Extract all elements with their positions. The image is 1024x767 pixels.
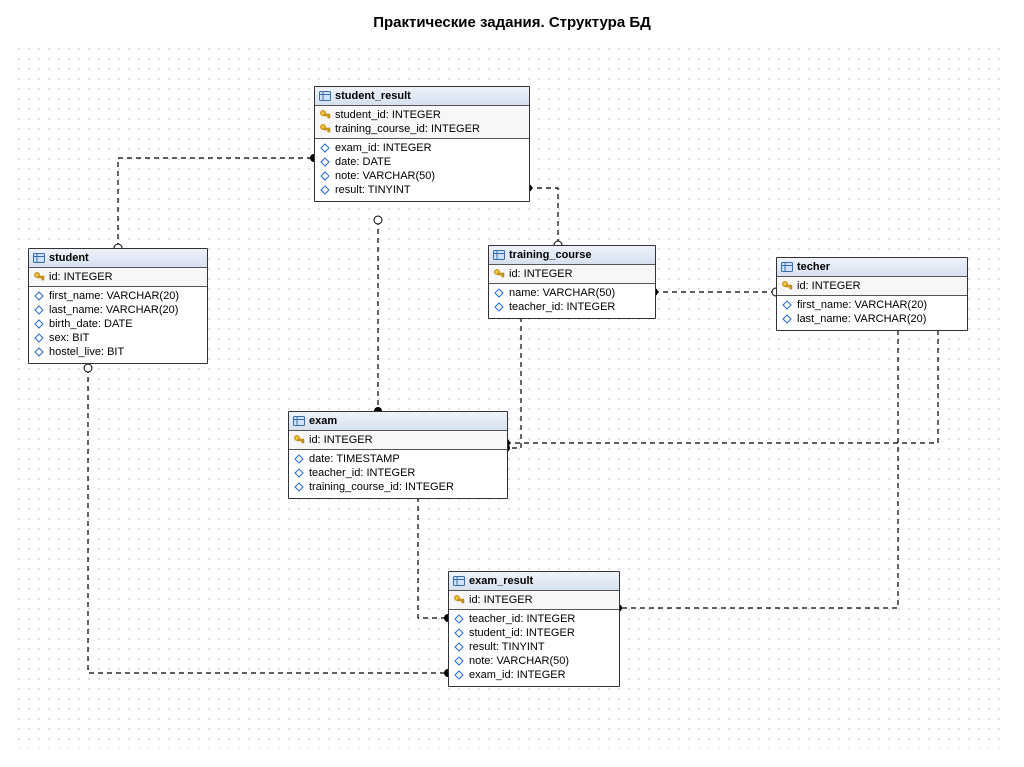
pk-row: training_course_id: INTEGER (319, 122, 521, 136)
table-exam[interactable]: exam id: INTEGER date: TIMESTAMP teacher… (288, 411, 508, 499)
diamond-icon (33, 304, 45, 316)
diamond-icon (453, 627, 465, 639)
table-exam-result[interactable]: exam_result id: INTEGER teacher_id: INTE… (448, 571, 620, 687)
table-name: exam (309, 415, 337, 427)
diamond-icon (293, 453, 305, 465)
diamond-icon (319, 170, 331, 182)
column-row: name: VARCHAR(50) (493, 286, 647, 300)
table-header: student_result (315, 87, 529, 106)
column-row: last_name: VARCHAR(20) (33, 303, 199, 317)
table-name: training_course (509, 249, 592, 261)
diamond-icon (781, 313, 793, 325)
column-row: training_course_id: INTEGER (293, 480, 499, 494)
diamond-icon (33, 332, 45, 344)
table-icon (33, 252, 45, 264)
diamond-icon (781, 299, 793, 311)
column-row: sex: BIT (33, 331, 199, 345)
column-row: exam_id: INTEGER (319, 141, 521, 155)
table-header: training_course (489, 246, 655, 265)
column-row: teacher_id: INTEGER (453, 612, 611, 626)
column-row: teacher_id: INTEGER (293, 466, 499, 480)
column-row: first_name: VARCHAR(20) (781, 298, 959, 312)
column-row: birth_date: DATE (33, 317, 199, 331)
diamond-icon (319, 184, 331, 196)
diamond-icon (319, 142, 331, 154)
diagram-canvas: student id: INTEGER first_name: VARCHAR(… (18, 48, 1006, 749)
key-icon (293, 434, 305, 446)
table-name: techer (797, 261, 830, 273)
column-row: last_name: VARCHAR(20) (781, 312, 959, 326)
key-icon (493, 268, 505, 280)
column-row: exam_id: INTEGER (453, 668, 611, 682)
page-title: Практические задания. Структура БД (0, 14, 1024, 31)
diamond-icon (293, 467, 305, 479)
diamond-icon (33, 346, 45, 358)
key-icon (319, 109, 331, 121)
diamond-icon (453, 669, 465, 681)
diamond-icon (33, 290, 45, 302)
diamond-icon (453, 655, 465, 667)
key-icon (33, 271, 45, 283)
table-header: exam_result (449, 572, 619, 591)
diamond-icon (493, 287, 505, 299)
table-techer[interactable]: techer id: INTEGER first_name: VARCHAR(2… (776, 257, 968, 331)
diamond-icon (493, 301, 505, 313)
column-row: result: TINYINT (319, 183, 521, 197)
table-name: student (49, 252, 89, 264)
table-header: techer (777, 258, 967, 277)
diamond-icon (33, 318, 45, 330)
column-row: date: TIMESTAMP (293, 452, 499, 466)
table-student-result[interactable]: student_result student_id: INTEGER train… (314, 86, 530, 202)
table-header: exam (289, 412, 507, 431)
key-icon (781, 280, 793, 292)
column-row: teacher_id: INTEGER (493, 300, 647, 314)
column-row: date: DATE (319, 155, 521, 169)
table-icon (781, 261, 793, 273)
key-icon (319, 123, 331, 135)
table-name: exam_result (469, 575, 533, 587)
pk-row: id: INTEGER (493, 267, 647, 281)
diamond-icon (453, 641, 465, 653)
pk-row: student_id: INTEGER (319, 108, 521, 122)
table-name: student_result (335, 90, 411, 102)
column-row: hostel_live: BIT (33, 345, 199, 359)
table-icon (319, 90, 331, 102)
pk-row: id: INTEGER (33, 270, 199, 284)
column-row: note: VARCHAR(50) (453, 654, 611, 668)
table-icon (453, 575, 465, 587)
table-icon (293, 415, 305, 427)
column-row: first_name: VARCHAR(20) (33, 289, 199, 303)
table-icon (493, 249, 505, 261)
table-training-course[interactable]: training_course id: INTEGER name: VARCHA… (488, 245, 656, 319)
column-row: result: TINYINT (453, 640, 611, 654)
diamond-icon (319, 156, 331, 168)
diamond-icon (453, 613, 465, 625)
pk-row: id: INTEGER (453, 593, 611, 607)
pk-row: id: INTEGER (293, 433, 499, 447)
diamond-icon (293, 481, 305, 493)
key-icon (453, 594, 465, 606)
column-row: note: VARCHAR(50) (319, 169, 521, 183)
table-student[interactable]: student id: INTEGER first_name: VARCHAR(… (28, 248, 208, 364)
pk-row: id: INTEGER (781, 279, 959, 293)
table-header: student (29, 249, 207, 268)
column-row: student_id: INTEGER (453, 626, 611, 640)
